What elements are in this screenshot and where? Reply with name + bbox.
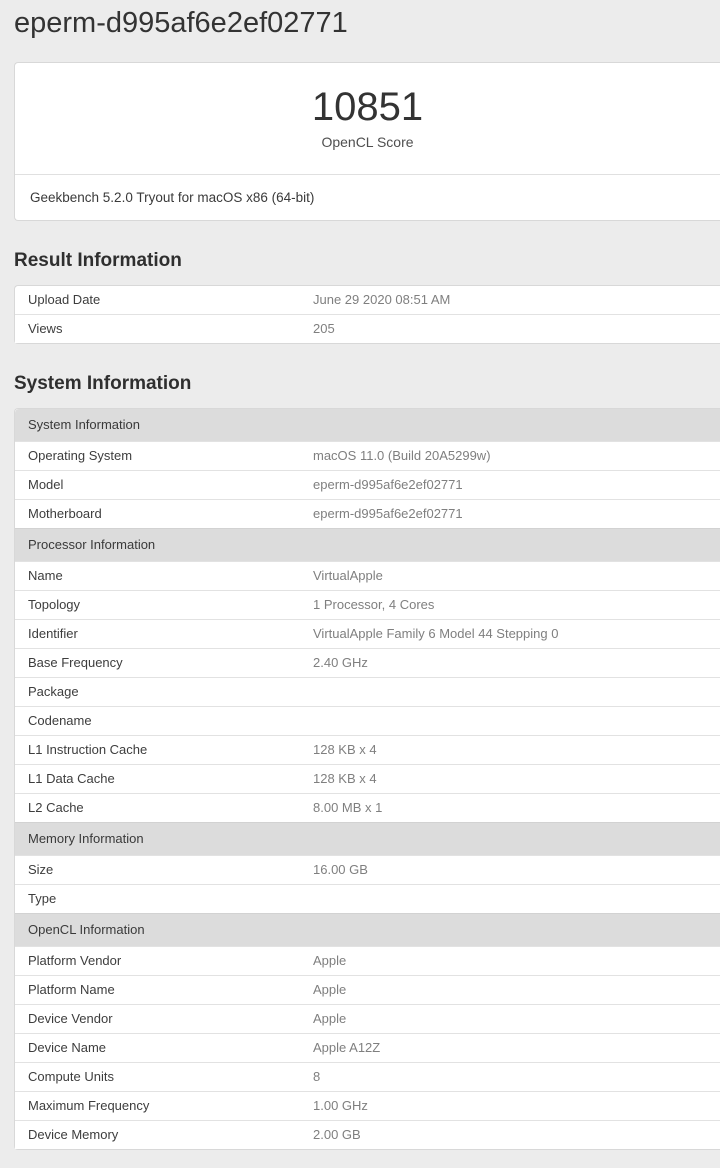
system-information-heading: System Information — [14, 373, 192, 394]
table-row: Compute Units 8 — [15, 1062, 720, 1091]
row-value — [313, 885, 720, 913]
row-label: Size — [28, 862, 54, 877]
row-value: Apple — [313, 982, 347, 997]
row-value: macOS 11.0 (Build 20A5299w) — [313, 448, 491, 463]
row-label: Name — [28, 568, 63, 583]
row-value: 205 — [313, 321, 335, 336]
row-label: Upload Date — [28, 292, 101, 307]
row-value: 128 KB x 4 — [313, 771, 377, 786]
row-label: Platform Name — [28, 982, 115, 997]
table-row: Platform Name Apple — [15, 975, 720, 1004]
table-row: Codename — [15, 706, 720, 735]
result-information-heading: Result Information — [14, 250, 182, 271]
table-row: Platform Vendor Apple — [15, 946, 720, 975]
score-card: 10851 OpenCL Score Geekbench 5.2.0 Tryou… — [14, 62, 720, 221]
row-label: Device Memory — [28, 1127, 119, 1142]
table-group-header: Processor Information — [15, 528, 720, 561]
row-label: Maximum Frequency — [28, 1098, 150, 1113]
table-group-header: System Information — [15, 409, 720, 441]
table-row: Operating System macOS 11.0 (Build 20A529… — [15, 441, 720, 470]
row-label: Operating System — [28, 448, 133, 463]
table-row: Device Vendor Apple — [15, 1004, 720, 1033]
row-value: 2.00 GB — [313, 1127, 361, 1142]
table-group-header: Memory Information — [15, 822, 720, 855]
row-value: 2.40 GHz — [313, 655, 368, 670]
row-label: Compute Units — [28, 1069, 114, 1084]
row-value: VirtualApple Family 6 Model 44 Stepping … — [313, 626, 559, 641]
row-value: 8 — [313, 1069, 321, 1084]
table-row: Motherboard eperm-d995af6e2ef02771 — [15, 499, 720, 528]
page-title: eperm-d995af6e2ef02771 — [14, 7, 348, 39]
table-row: Base Frequency 2.40 GHz — [15, 648, 720, 677]
system-info-table: System Information Operating System macOS … — [14, 408, 720, 1150]
table-row: L1 Instruction Cache 128 KB x 4 — [15, 735, 720, 764]
row-value — [313, 678, 720, 706]
row-value: Apple A12Z — [313, 1040, 381, 1055]
table-row: Device Memory 2.00 GB — [15, 1120, 720, 1149]
row-label: Topology — [28, 597, 81, 612]
row-value: 128 KB x 4 — [313, 742, 377, 757]
score-block: 10851 OpenCL Score — [15, 63, 720, 175]
table-row: Topology 1 Processor, 4 Cores — [15, 590, 720, 619]
row-label: L1 Data Cache — [28, 771, 115, 786]
table-row: Size 16.00 GB — [15, 855, 720, 884]
row-value: 1.00 GHz — [313, 1098, 368, 1113]
row-value: eperm-d995af6e2ef02771 — [313, 506, 463, 521]
row-label: Motherboard — [28, 506, 102, 521]
row-label: Type — [28, 891, 57, 906]
row-label: Identifier — [28, 626, 78, 641]
table-row: L1 Data Cache 128 KB x 4 — [15, 764, 720, 793]
row-label: Device Name — [28, 1040, 107, 1055]
table-row: Name VirtualApple — [15, 561, 720, 590]
table-row: L2 Cache 8.00 MB x 1 — [15, 793, 720, 822]
row-label: Package — [28, 684, 79, 699]
row-label: Base Frequency — [28, 655, 123, 670]
row-value: Apple — [313, 1011, 347, 1026]
row-value: 1 Processor, 4 Cores — [313, 597, 435, 612]
table-row: Type — [15, 884, 720, 913]
row-label: Model — [28, 477, 64, 492]
page: eperm-d995af6e2ef02771 10851 OpenCL Scor… — [0, 0, 720, 1150]
row-value: 16.00 GB — [313, 862, 368, 877]
table-group-header: OpenCL Information — [15, 913, 720, 946]
row-label: Device Vendor — [28, 1011, 113, 1026]
row-value — [313, 707, 720, 735]
row-label: L1 Instruction Cache — [28, 742, 148, 757]
table-row: Identifier VirtualApple Family 6 Model 44… — [15, 619, 720, 648]
row-label: Views — [28, 321, 63, 336]
result-info-table: Upload Date June 29 2020 08:51 AM Views 205 — [14, 285, 720, 344]
row-label: L2 Cache — [28, 800, 84, 815]
opencl-score-value: 10851 — [311, 85, 424, 129]
row-value: Apple — [313, 953, 347, 968]
table-row: Upload Date June 29 2020 08:51 AM — [15, 286, 720, 314]
row-value: eperm-d995af6e2ef02771 — [313, 477, 463, 492]
row-label: Codename — [28, 713, 92, 728]
row-label: Platform Vendor — [28, 953, 122, 968]
table-row: Device Name Apple A12Z — [15, 1033, 720, 1062]
row-value: VirtualApple — [313, 568, 383, 583]
table-row: Package — [15, 677, 720, 706]
table-row: Model eperm-d995af6e2ef02771 — [15, 470, 720, 499]
table-row: Views 205 — [15, 314, 720, 343]
row-value: 8.00 MB x 1 — [313, 800, 383, 815]
table-row: Maximum Frequency 1.00 GHz — [15, 1091, 720, 1120]
benchmark-version-text: Geekbench 5.2.0 Tryout for macOS x86 (64… — [30, 190, 315, 205]
row-value: June 29 2020 08:51 AM — [313, 292, 451, 307]
opencl-score-label: OpenCL Score — [321, 134, 414, 150]
